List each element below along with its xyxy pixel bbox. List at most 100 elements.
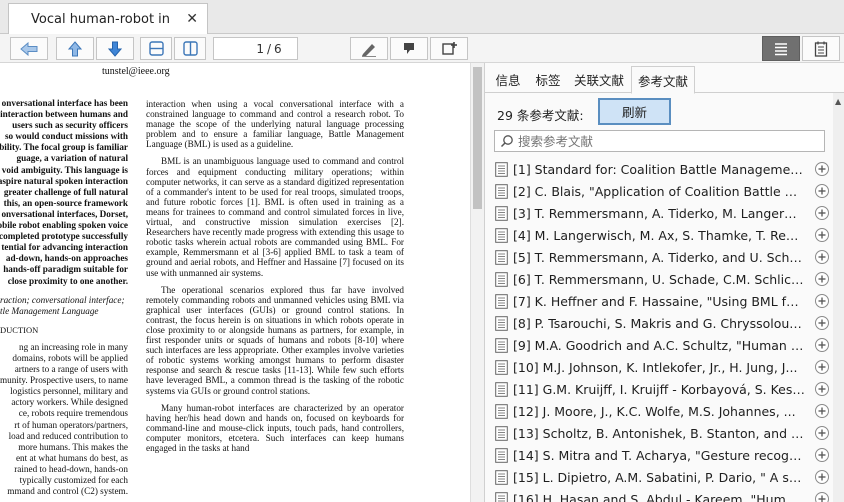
text-line: more humans. This makes the xyxy=(18,441,128,452)
text-line: load and reduced contribution to xyxy=(8,430,128,441)
split-vertical-button[interactable] xyxy=(174,37,206,60)
reference-item[interactable]: [9] M.A. Goodrich and A.C. Schultz, "Hum… xyxy=(493,334,829,356)
current-page-input[interactable]: 1 xyxy=(214,42,264,56)
add-reference-button[interactable] xyxy=(815,382,829,396)
page-separator: / xyxy=(266,41,272,56)
text-line: close proximity to one another. xyxy=(7,275,128,286)
note-button[interactable] xyxy=(390,37,428,60)
list-view-button[interactable] xyxy=(762,36,800,61)
add-reference-button[interactable] xyxy=(815,470,829,484)
tab-references[interactable]: 参考文献 xyxy=(631,66,695,94)
reference-item[interactable]: [13] Scholtz, B. Antonishek, B. Stanton,… xyxy=(493,422,829,444)
reference-text: [15] L. Dipietro, A.M. Sabatini, P. Dari… xyxy=(513,469,805,485)
document-tab[interactable]: Vocal human-robot inter... ✕ xyxy=(8,3,208,34)
right-column: interaction when using a vocal conversat… xyxy=(146,99,404,460)
add-reference-button[interactable] xyxy=(815,184,829,198)
refresh-button[interactable]: 刷新 xyxy=(598,98,671,125)
plus-icon xyxy=(818,407,826,415)
add-reference-button[interactable] xyxy=(815,162,829,176)
reference-list: [1] Standard for: Coalition Battle Manag… xyxy=(493,158,829,502)
reference-item[interactable]: [10] M.J. Johnson, K. Intlekofer, Jr., H… xyxy=(493,356,829,378)
add-reference-button[interactable] xyxy=(815,360,829,374)
reference-item[interactable]: [16] H. Hasan and S. Abdul - Kareem, "Hu… xyxy=(493,488,829,502)
add-reference-button[interactable] xyxy=(815,228,829,242)
add-reference-button[interactable] xyxy=(815,426,829,440)
reference-item[interactable]: [6] T. Remmersmann, U. Schade, C.M. Schl… xyxy=(493,268,829,290)
tab-tags[interactable]: 标签 xyxy=(529,66,567,93)
add-reference-button[interactable] xyxy=(815,448,829,462)
plus-icon xyxy=(818,231,826,239)
reference-text: [16] H. Hasan and S. Abdul - Kareem, "Hu… xyxy=(513,491,805,502)
split-horizontal-button[interactable] xyxy=(140,37,172,60)
text-line: logistics personnel, military and xyxy=(10,386,128,397)
reference-item[interactable]: [7] K. Heffner and F. Hassaine, "Using B… xyxy=(493,290,829,312)
introduction-text: ng an increasing role in many domains, r… xyxy=(0,342,128,497)
document-icon xyxy=(495,271,508,287)
reference-item[interactable]: [4] M. Langerwisch, M. Ax, S. Thamke, T.… xyxy=(493,224,829,246)
add-reference-button[interactable] xyxy=(815,206,829,220)
reference-item[interactable]: [12] J. Moore, J., K.C. Wolfe, M.S. Joha… xyxy=(493,400,829,422)
tab-info[interactable]: 信息 xyxy=(489,66,527,93)
text-line: mmand and control (C2) system. xyxy=(7,486,128,497)
text-line: tle Management Language xyxy=(0,305,99,316)
text-line: hands-off paradigm suitable for xyxy=(3,264,128,275)
reference-item[interactable]: [2] C. Blais, "Application of Coalition … xyxy=(493,180,829,202)
search-input[interactable] xyxy=(518,133,818,149)
add-reference-button[interactable] xyxy=(815,492,829,502)
reference-item[interactable]: [5] T. Remmersmann, A. Tiderko, and U. S… xyxy=(493,246,829,268)
pen-icon xyxy=(362,43,376,57)
add-reference-button[interactable] xyxy=(815,250,829,264)
reference-item[interactable]: [1] Standard for: Coalition Battle Manag… xyxy=(493,158,829,180)
document-scrollbar[interactable] xyxy=(470,63,484,502)
previous-page-button[interactable] xyxy=(56,37,94,60)
next-page-button[interactable] xyxy=(96,37,134,60)
tab-related[interactable]: 关联文献 xyxy=(569,66,629,93)
reference-item[interactable]: [8] P. Tsarouchi, S. Makris and G. Chrys… xyxy=(493,312,829,334)
add-reference-button[interactable] xyxy=(815,404,829,418)
back-button[interactable] xyxy=(10,37,48,60)
arrow-left-icon xyxy=(20,41,38,56)
plus-icon xyxy=(818,429,826,437)
plus-icon xyxy=(818,363,826,371)
plus-icon xyxy=(818,187,826,195)
reference-item[interactable]: [3] T. Remmersmann, A. Tiderko, M. Lange… xyxy=(493,202,829,224)
document-icon xyxy=(495,425,508,441)
notepad-icon xyxy=(814,41,828,57)
document-icon xyxy=(495,315,508,331)
notes-view-button[interactable] xyxy=(802,36,840,61)
text-line: tential for advancing interaction xyxy=(1,242,128,253)
text-line: ng an increasing role in many xyxy=(19,341,128,352)
add-reference-button[interactable] xyxy=(815,272,829,286)
reference-search[interactable] xyxy=(494,130,825,152)
document-icon xyxy=(495,403,508,419)
add-reference-button[interactable] xyxy=(815,338,829,352)
document-icon xyxy=(495,491,508,502)
reference-text: [2] C. Blais, "Application of Coalition … xyxy=(513,183,805,199)
scrollbar-thumb[interactable] xyxy=(473,67,482,209)
author-email: tunstel@ieee.org xyxy=(102,66,170,77)
add-reference-button[interactable] xyxy=(815,316,829,330)
reference-text: [9] M.A. Goodrich and A.C. Schultz, "Hum… xyxy=(513,337,805,353)
reference-item[interactable]: [14] S. Mitra and T. Acharya, "Gesture r… xyxy=(493,444,829,466)
text-line: this, an open-source framework xyxy=(3,197,128,208)
add-reference-button[interactable] xyxy=(815,294,829,308)
close-tab-icon[interactable]: ✕ xyxy=(186,11,198,27)
add-annotation-button[interactable] xyxy=(430,37,468,60)
page-number-field[interactable]: 1 / 6 xyxy=(213,37,298,60)
abstract-text: onversational interface has been interac… xyxy=(0,98,128,287)
app-window: Vocal human-robot inter... ✕ xyxy=(0,0,844,502)
highlight-button[interactable] xyxy=(350,37,388,60)
pdf-page-view[interactable]: tunstel@ieee.org onversational interface… xyxy=(0,63,470,502)
reference-text: [4] M. Langerwisch, M. Ax, S. Thamke, T.… xyxy=(513,227,805,243)
reference-item[interactable]: [11] G.M. Kruijff, I. Kruijff - Korbayov… xyxy=(493,378,829,400)
reference-item[interactable]: [15] L. Dipietro, A.M. Sabatini, P. Dari… xyxy=(493,466,829,488)
text-line: onversational interfaces, Dorset, xyxy=(1,208,128,219)
text-line: rt of human operators/partners, xyxy=(14,419,128,430)
document-icon xyxy=(495,447,508,463)
document-tab-title: Vocal human-robot inter... xyxy=(31,11,169,27)
scroll-up-icon[interactable]: ▲ xyxy=(835,97,841,106)
document-icon xyxy=(495,381,508,397)
panel-scrollbar[interactable]: ▲ xyxy=(833,93,844,502)
text-line: interaction between humans and xyxy=(0,109,128,120)
text-line: raction; conversational interface; xyxy=(0,294,125,305)
